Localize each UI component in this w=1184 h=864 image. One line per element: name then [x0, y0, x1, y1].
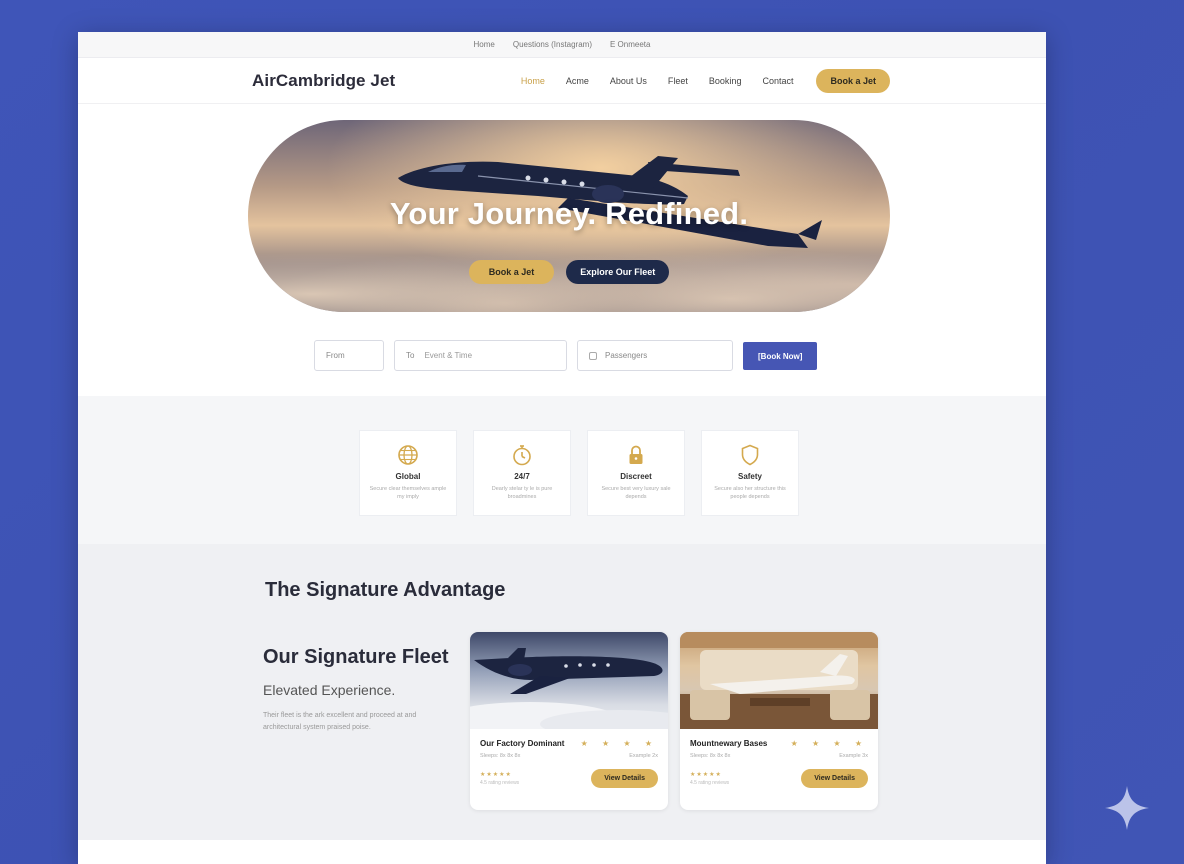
utility-bar: Home Questions (Instagram) E Onmeeta: [78, 32, 1046, 58]
fleet-card-meta-right: Example 3x: [839, 753, 868, 759]
feature-desc: Secure best very luxury sale depends: [601, 486, 671, 500]
browser-page: Home Questions (Instagram) E Onmeeta Air…: [78, 32, 1046, 864]
rating-stars-icon: ★ ★ ★ ★: [580, 739, 658, 748]
view-details-button[interactable]: View Details: [591, 769, 658, 788]
fleet-card-meta: Sleeps: 8x 8x 8x: [690, 753, 731, 759]
hero-book-button[interactable]: Book a Jet: [468, 260, 555, 284]
rating-stars-icon: ★ ★ ★ ★: [790, 739, 868, 748]
nav-acme[interactable]: Acme: [566, 76, 589, 86]
hero-banner: Your Journey. Redfined. Book a Jet Explo…: [248, 120, 890, 312]
fleet-card[interactable]: Mountnewary Bases ★ ★ ★ ★ Sleeps: 8x 8x …: [680, 632, 878, 810]
view-details-button[interactable]: View Details: [801, 769, 868, 788]
book-jet-nav-button[interactable]: Book a Jet: [816, 68, 890, 93]
passenger-checkbox-icon: [589, 351, 597, 360]
nav-fleet[interactable]: Fleet: [668, 76, 688, 86]
shield-icon: [741, 444, 759, 466]
globe-icon: [398, 445, 418, 465]
feature-desc: Dearly stelar ty le is pure broadmines: [491, 486, 553, 500]
site-header: AirCambridge Jet Home Acme About Us Flee…: [78, 58, 1046, 104]
date-placeholder: Event & Time: [424, 351, 473, 360]
fleet-subtitle: Elevated Experience.: [263, 682, 396, 698]
rating-note: 4.5 rating reviews: [690, 780, 730, 786]
feature-card-discreet: Discreet Secure best very luxury sale de…: [587, 430, 685, 516]
fleet-title: Our Signature Fleet: [263, 646, 449, 668]
small-rating-stars-icon: ★★★★★: [480, 772, 512, 778]
lock-icon: [629, 445, 643, 464]
fleet-description: Their fleet is the ark excellent and pro…: [263, 712, 417, 731]
fleet-card[interactable]: Our Factory Dominant ★ ★ ★ ★ Sleeps: 8x …: [470, 632, 668, 810]
fleet-card-meta-right: Example 2x: [629, 753, 658, 759]
small-rating-stars-icon: ★★★★★: [690, 772, 722, 778]
fleet-card-image: [470, 632, 668, 729]
from-label: From: [326, 351, 345, 360]
section-title: The Signature Advantage: [265, 579, 506, 601]
passengers-field[interactable]: Passengers: [577, 340, 733, 371]
nav-about[interactable]: About Us: [610, 76, 647, 86]
nav-contact[interactable]: Contact: [762, 76, 793, 86]
feature-card-safety: Safety Secure also her structure this pe…: [701, 430, 799, 516]
feature-card-global: Global Secure clear themselves ample my …: [359, 430, 457, 516]
utility-link-home[interactable]: Home: [474, 40, 495, 49]
passengers-placeholder: Passengers: [605, 351, 648, 360]
fleet-card-image: [680, 632, 878, 729]
feature-desc: Secure also her structure this people de…: [714, 486, 786, 500]
sparkle-icon: [1105, 786, 1149, 830]
jet-interior-image: [680, 632, 878, 729]
utility-link-contact[interactable]: E Onmeeta: [610, 40, 650, 49]
booking-search-bar: From To Event & Time Passengers [Book No…: [314, 340, 818, 371]
stopwatch-icon: [513, 445, 531, 466]
explore-fleet-button[interactable]: Explore Our Fleet: [566, 260, 670, 284]
feature-title: 24/7: [514, 472, 530, 481]
fleet-card-name: Mountnewary Bases: [690, 739, 768, 748]
to-label: To: [406, 351, 415, 360]
features-row: Global Secure clear themselves ample my …: [359, 430, 799, 516]
feature-title: Safety: [737, 472, 762, 481]
fleet-card-meta: Sleeps: 8x 8x 8x: [480, 753, 521, 759]
hero-actions: Book a Jet Explore Our Fleet: [248, 260, 890, 284]
feature-desc: Secure clear themselves ample my imply: [369, 486, 447, 500]
nav-booking[interactable]: Booking: [709, 76, 742, 86]
hero-title: Your Journey. Redfined.: [389, 196, 749, 231]
feature-title: Discreet: [620, 472, 652, 481]
book-now-button[interactable]: [Book Now]: [743, 342, 818, 370]
fleet-card-name: Our Factory Dominant: [480, 739, 565, 748]
feature-title: Global: [395, 472, 421, 481]
rating-note: 4.5 rating reviews: [480, 780, 520, 786]
jet-exterior-image: [470, 648, 668, 729]
from-field[interactable]: From: [314, 340, 384, 371]
to-date-field[interactable]: To Event & Time: [394, 340, 567, 371]
site-logo[interactable]: AirCambridge Jet: [252, 71, 395, 91]
feature-card-247: 24/7 Dearly stelar ty le is pure broadmi…: [473, 430, 571, 516]
nav-home[interactable]: Home: [521, 76, 545, 86]
utility-link-questions[interactable]: Questions (Instagram): [513, 40, 592, 49]
main-nav: Home Acme About Us Fleet Booking Contact…: [521, 68, 890, 93]
